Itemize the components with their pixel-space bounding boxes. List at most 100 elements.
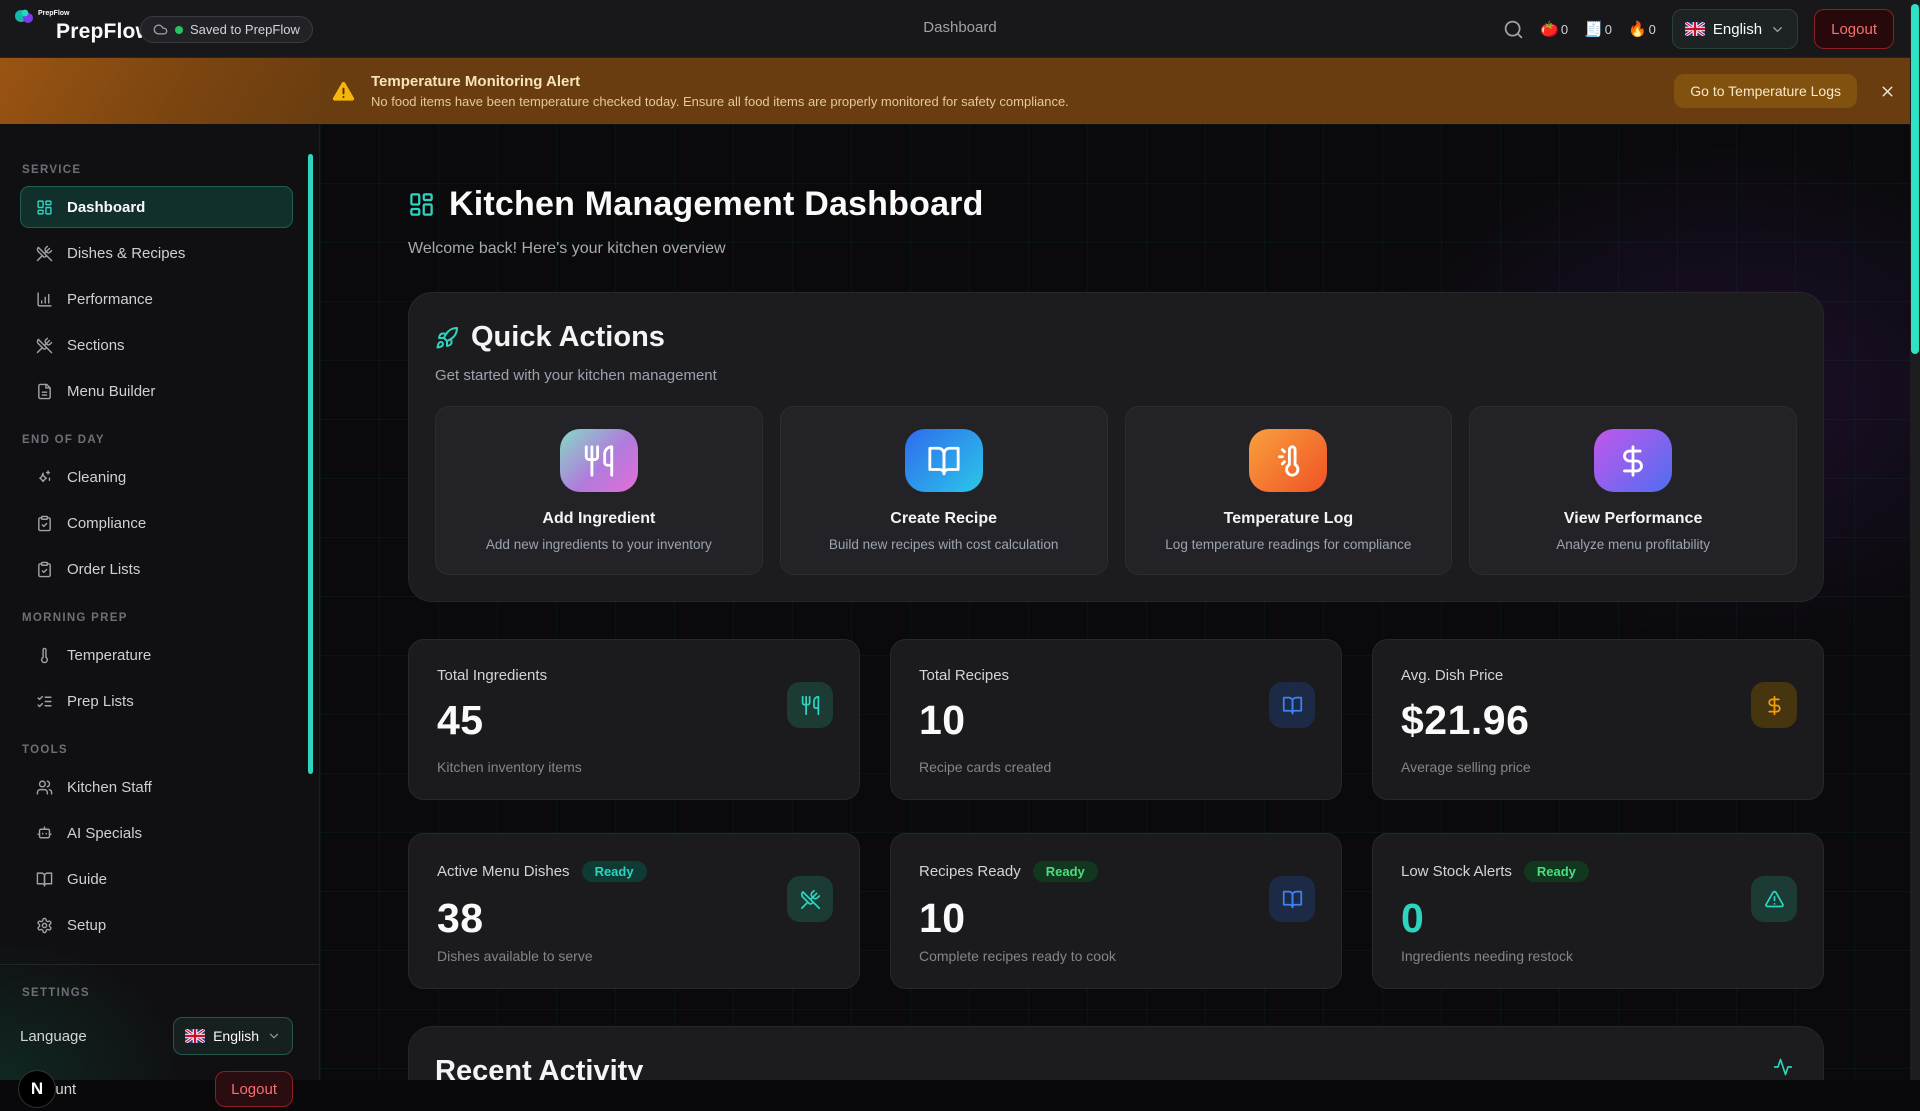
page-scrollbar-thumb[interactable] — [1911, 4, 1919, 354]
sidebar-item-label: Kitchen Staff — [67, 779, 152, 796]
page-scrollbar[interactable] — [1910, 0, 1920, 1080]
stat-card-low-stock-alerts: Low Stock Alerts Ready 0 Ingredients nee… — [1372, 833, 1824, 989]
sidebar-language-value: English — [213, 1028, 259, 1044]
tomato-emoji: 🍅 — [1540, 20, 1559, 38]
status-badge: Ready — [1524, 861, 1589, 882]
list-checks-icon — [35, 693, 53, 710]
bar-chart-icon — [35, 291, 53, 308]
sidebar-settings-title: SETTINGS — [22, 987, 293, 999]
sidebar-item-label: Setup — [67, 917, 106, 934]
quick-action-temperature-log[interactable]: Temperature Log Log temperature readings… — [1125, 406, 1453, 575]
page-subtitle: Welcome back! Here's your kitchen overvi… — [408, 240, 1824, 258]
sidebar-item-temperature[interactable]: Temperature — [20, 634, 293, 676]
alert-message: No food items have been temperature chec… — [371, 94, 1674, 109]
fire-counter: 🔥 0 — [1628, 20, 1656, 38]
sidebar-language-select[interactable]: English — [173, 1017, 293, 1055]
sidebar-item-setup[interactable]: Setup — [20, 904, 293, 946]
sidebar-item-label: Dishes & Recipes — [67, 245, 185, 262]
sidebar-section-end-of-day: END OF DAY — [22, 434, 293, 446]
quick-action-add-ingredient[interactable]: Add Ingredient Add new ingredients to yo… — [435, 406, 763, 575]
thermometer-icon — [35, 647, 53, 664]
stat-card-recipes-ready: Recipes Ready Ready 10 Complete recipes … — [890, 833, 1342, 989]
language-select[interactable]: English — [1672, 9, 1798, 49]
sidebar-item-label: Order Lists — [67, 561, 140, 578]
sidebar-item-dishes-recipes[interactable]: Dishes & Recipes — [20, 232, 293, 274]
sidebar-item-cleaning[interactable]: Cleaning — [20, 456, 293, 498]
stat-label: Total Recipes — [919, 667, 1009, 684]
quick-action-name: Temperature Log — [1224, 510, 1354, 528]
sidebar-item-dashboard[interactable]: Dashboard — [20, 186, 293, 228]
recent-activity-title: Recent Activity — [435, 1055, 1797, 1080]
triangle-alert-icon — [1751, 876, 1797, 922]
stat-description: Ingredients needing restock — [1401, 948, 1573, 964]
sidebar-item-label: Temperature — [67, 647, 151, 664]
quick-actions-title: Quick Actions — [471, 321, 665, 354]
uk-flag-icon — [1685, 22, 1705, 36]
quick-action-description: Build new recipes with cost calculation — [829, 537, 1059, 552]
stat-description: Recipe cards created — [919, 759, 1051, 775]
sidebar-item-prep-lists[interactable]: Prep Lists — [20, 680, 293, 722]
sidebar-item-compliance[interactable]: Compliance — [20, 502, 293, 544]
fire-count: 0 — [1649, 22, 1656, 37]
sidebar-item-performance[interactable]: Performance — [20, 278, 293, 320]
utensils-crossed-icon — [787, 876, 833, 922]
receipt-counter: 🧾 0 — [1584, 20, 1612, 38]
stat-card-avg-dish-price: Avg. Dish Price $21.96 Average selling p… — [1372, 639, 1824, 800]
stat-label: Recipes Ready — [919, 863, 1021, 880]
stat-value: $21.96 — [1401, 697, 1795, 744]
stat-description: Dishes available to serve — [437, 948, 593, 964]
sidebar-item-sections[interactable]: Sections — [20, 324, 293, 366]
language-label: Language — [20, 1028, 87, 1045]
gear-icon — [35, 917, 53, 934]
stat-card-active-menu-dishes: Active Menu Dishes Ready 38 Dishes avail… — [408, 833, 860, 989]
bot-icon — [35, 825, 53, 842]
stat-label: Active Menu Dishes — [437, 863, 570, 880]
quick-action-view-performance[interactable]: View Performance Analyze menu profitabil… — [1469, 406, 1797, 575]
stat-label: Total Ingredients — [437, 667, 547, 684]
stat-label: Low Stock Alerts — [1401, 863, 1512, 880]
stat-value: 38 — [437, 895, 831, 942]
activity-icon — [1773, 1057, 1793, 1077]
sidebar: SERVICE Dashboard Dishes & Recipes Perfo… — [0, 124, 320, 1080]
layout-dashboard-icon — [35, 199, 53, 216]
stat-value: 45 — [437, 697, 831, 744]
recent-activity-panel: Recent Activity — [408, 1026, 1824, 1080]
sidebar-item-label: Dashboard — [67, 199, 145, 216]
status-badge: Ready — [582, 861, 647, 882]
book-open-icon — [35, 871, 53, 888]
sidebar-item-menu-builder[interactable]: Menu Builder — [20, 370, 293, 412]
sidebar-scrollbar[interactable] — [308, 154, 313, 774]
sidebar-logout-button[interactable]: Logout — [215, 1071, 293, 1107]
sidebar-item-kitchen-staff[interactable]: Kitchen Staff — [20, 766, 293, 808]
sidebar-item-order-lists[interactable]: Order Lists — [20, 548, 293, 590]
dollar-sign-icon — [1594, 429, 1672, 492]
chevron-down-icon — [1770, 22, 1785, 37]
sidebar-divider — [0, 964, 319, 965]
sidebar-section-morning-prep: MORNING PREP — [22, 612, 293, 624]
status-badge: Ready — [1033, 861, 1098, 882]
search-icon[interactable] — [1503, 19, 1524, 40]
logout-button[interactable]: Logout — [1814, 9, 1894, 49]
quick-action-create-recipe[interactable]: Create Recipe Build new recipes with cos… — [780, 406, 1108, 575]
quick-actions-subtitle: Get started with your kitchen management — [435, 367, 1797, 384]
clipboard-check-icon — [35, 515, 53, 532]
tomato-counter: 🍅 0 — [1540, 20, 1568, 38]
sidebar-item-guide[interactable]: Guide — [20, 858, 293, 900]
alert-title: Temperature Monitoring Alert — [371, 73, 1674, 90]
receipt-count: 0 — [1605, 22, 1612, 37]
stat-description: Kitchen inventory items — [437, 759, 582, 775]
main-content: Kitchen Management Dashboard Welcome bac… — [320, 124, 1920, 1080]
utensils-crossed-icon — [35, 245, 53, 262]
avatar[interactable]: N — [18, 1070, 56, 1108]
stat-description: Average selling price — [1401, 759, 1531, 775]
go-to-temperature-logs-button[interactable]: Go to Temperature Logs — [1674, 74, 1857, 108]
utensils-icon — [560, 429, 638, 492]
quick-action-name: Create Recipe — [890, 510, 997, 528]
sidebar-item-ai-specials[interactable]: AI Specials — [20, 812, 293, 854]
quick-action-name: Add Ingredient — [542, 510, 655, 528]
book-open-icon — [905, 429, 983, 492]
close-icon[interactable] — [1879, 83, 1896, 100]
quick-actions-panel: Quick Actions Get started with your kitc… — [408, 292, 1824, 602]
dollar-sign-icon — [1751, 682, 1797, 728]
quick-action-description: Analyze menu profitability — [1556, 537, 1710, 552]
